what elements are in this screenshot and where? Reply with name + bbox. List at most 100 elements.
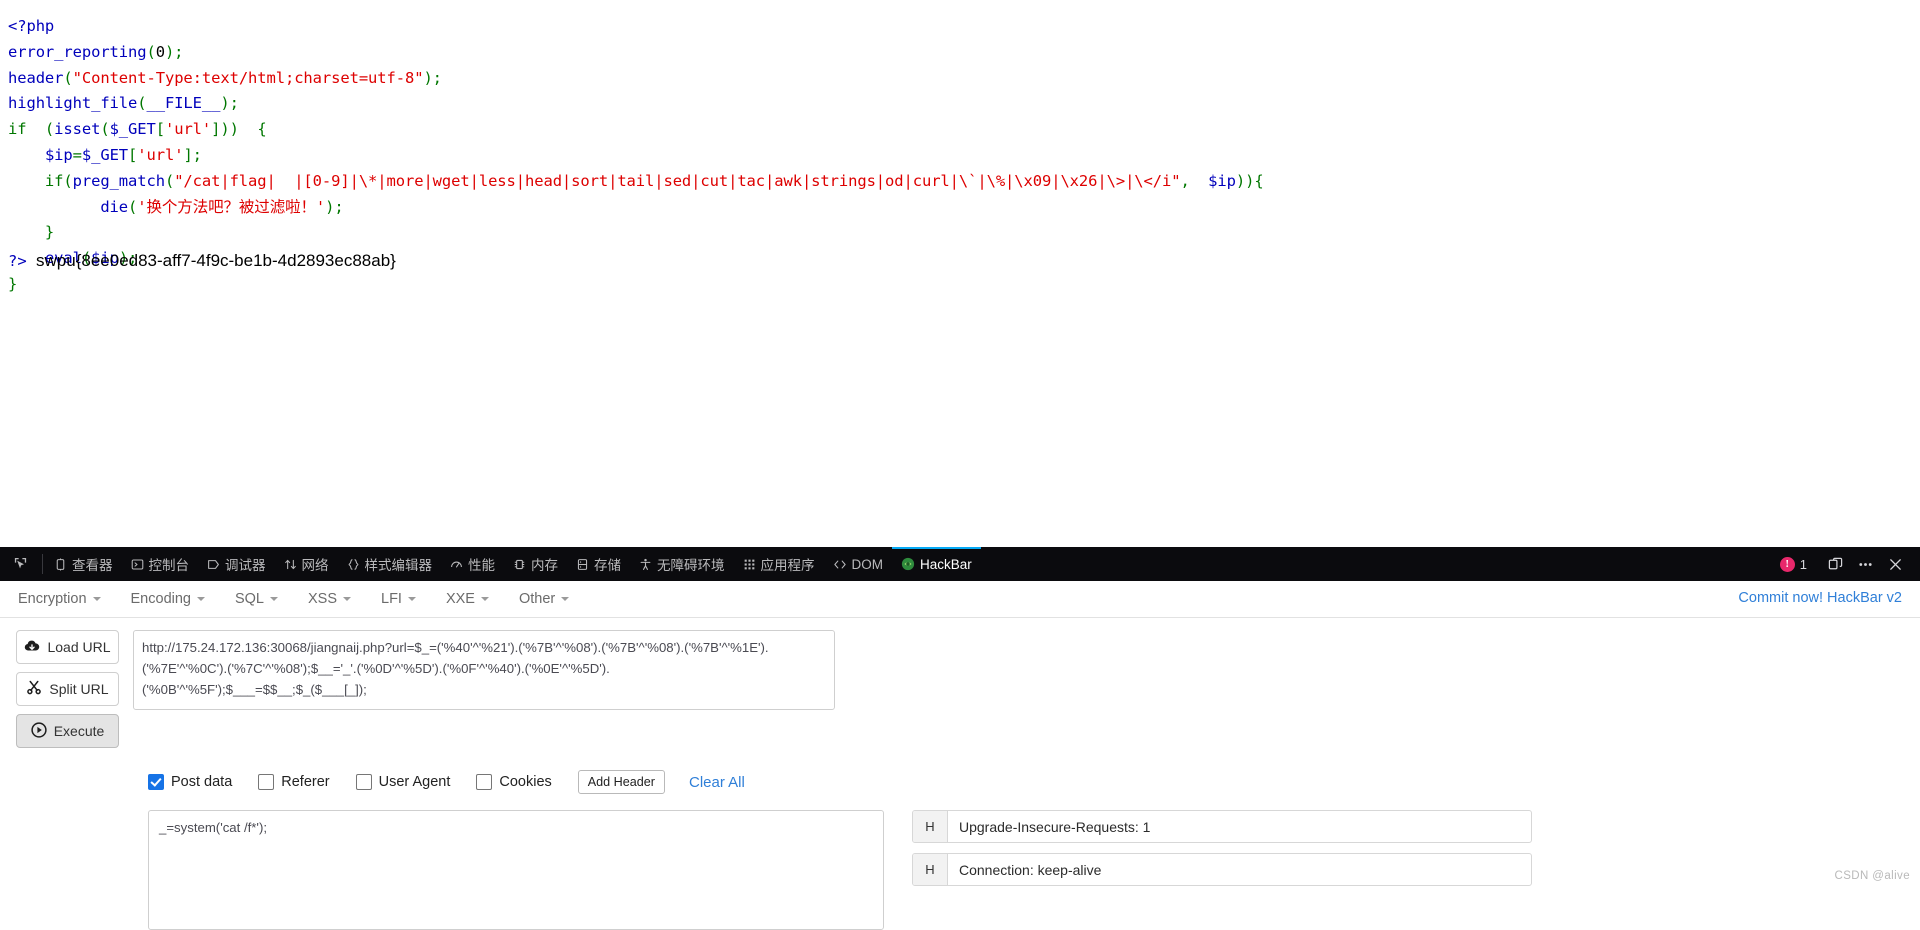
- post-data-checkbox[interactable]: [148, 774, 164, 790]
- menu-sql[interactable]: SQL: [231, 587, 292, 611]
- tab-network[interactable]: 网络: [275, 547, 338, 581]
- watermark: CSDN @alive: [1834, 870, 1910, 882]
- hackbar-brand-link[interactable]: Commit now! HackBar v2: [1738, 590, 1902, 606]
- tab-style-editor[interactable]: 样式编辑器: [338, 547, 442, 581]
- flag-line: ?> swpu{8ee0ed83-aff7-4f9c-be1b-4d2893ec…: [8, 248, 396, 275]
- tab-performance[interactable]: 性能: [441, 547, 504, 581]
- clear-all-link[interactable]: Clear All: [689, 774, 745, 791]
- menu-label: SQL: [234, 591, 264, 607]
- chevron-down-icon: [92, 597, 101, 601]
- chevron-down-icon: [270, 597, 278, 601]
- hackbar-menubar: Encryption Encoding SQL XSS LFI XXE Othe…: [0, 581, 1920, 618]
- add-header-button[interactable]: Add Header: [577, 770, 665, 794]
- referer-checkbox[interactable]: [258, 774, 275, 790]
- application-icon: [743, 558, 756, 571]
- split-pane-icon[interactable]: [1820, 547, 1850, 581]
- console-icon: [131, 558, 144, 571]
- devtools-toolbar: 查看器 控制台 调试器 网络 样式编辑器 性能 内存 存储 无障碍环境 应用程序: [0, 547, 1920, 582]
- code-line-error-reporting: error_reporting(0);: [8, 42, 184, 61]
- button-label: Split URL: [49, 681, 109, 697]
- code-line-header: header("Content-Type:text/html;charset=u…: [8, 68, 442, 87]
- error-count: 1: [1799, 556, 1807, 572]
- hackbar-bottom-row: H Upgrade-Insecure-Requests: 1 H Connect…: [0, 794, 1920, 930]
- menu-lfi[interactable]: LFI: [377, 587, 430, 611]
- devtools-toolbar-right: ! 1: [1772, 547, 1920, 581]
- menu-label: XSS: [308, 591, 338, 607]
- memory-icon: [513, 558, 526, 571]
- dom-icon: [833, 558, 847, 571]
- tab-accessibility[interactable]: 无障碍环境: [630, 547, 734, 581]
- button-label: Execute: [53, 723, 105, 739]
- tab-dom[interactable]: DOM: [824, 547, 893, 581]
- tab-label: 控制台: [148, 558, 190, 573]
- error-count-badge[interactable]: ! 1: [1772, 556, 1815, 572]
- option-referer[interactable]: Referer: [258, 774, 330, 790]
- tab-application[interactable]: 应用程序: [734, 547, 824, 581]
- option-label: Post data: [171, 774, 233, 790]
- load-url-button[interactable]: Load URL: [16, 630, 119, 664]
- element-picker-icon[interactable]: [0, 547, 40, 581]
- code-line-close-if-outer: }: [8, 274, 18, 293]
- code-line-die: die('换个方法吧？被过滤啦！');: [100, 197, 344, 216]
- user-agent-checkbox[interactable]: [355, 774, 372, 790]
- tab-debugger[interactable]: 调试器: [198, 547, 275, 581]
- tab-label: DOM: [851, 556, 884, 572]
- option-post-data[interactable]: Post data: [148, 774, 232, 790]
- header-row[interactable]: H Upgrade-Insecure-Requests: 1: [912, 810, 1532, 843]
- php-open-tag: <?php: [8, 17, 55, 35]
- header-value[interactable]: Upgrade-Insecure-Requests: 1: [948, 811, 1531, 842]
- chevron-down-icon: [196, 597, 205, 601]
- menu-label: Encryption: [18, 591, 87, 607]
- execute-button[interactable]: Execute: [16, 714, 119, 748]
- option-label: User Agent: [378, 774, 451, 790]
- chevron-down-icon: [407, 597, 416, 601]
- tab-console[interactable]: 控制台: [122, 547, 199, 581]
- chevron-down-icon: [480, 597, 489, 601]
- tab-label: 性能: [468, 558, 495, 573]
- network-icon: [284, 558, 297, 571]
- split-url-button[interactable]: Split URL: [16, 672, 119, 706]
- option-user-agent[interactable]: User Agent: [355, 774, 451, 790]
- hackbar-main-row: Load URL Split URL Execute: [0, 618, 1920, 748]
- menu-xxe[interactable]: XXE: [442, 587, 503, 611]
- debugger-icon: [207, 558, 220, 571]
- accessibility-icon: [639, 558, 652, 571]
- menu-xss[interactable]: XSS: [304, 587, 365, 611]
- menu-label: XXE: [445, 591, 475, 607]
- menu-encryption[interactable]: Encryption: [14, 587, 115, 611]
- toolbar-divider: [42, 554, 43, 574]
- tab-inspector[interactable]: 查看器: [45, 547, 122, 581]
- tab-label: 应用程序: [760, 558, 815, 573]
- hackbar-options-row: Post data Referer User Agent Cookies Add…: [148, 770, 1920, 794]
- tab-storage[interactable]: 存储: [567, 547, 630, 581]
- option-label: Cookies: [499, 774, 552, 790]
- close-icon[interactable]: [1880, 547, 1910, 581]
- cloud-download-icon: [24, 639, 40, 656]
- header-key: H: [913, 811, 948, 842]
- url-input[interactable]: [133, 630, 835, 710]
- tab-label: 样式编辑器: [364, 558, 433, 573]
- menu-other[interactable]: Other: [515, 587, 583, 611]
- inspector-icon: [54, 557, 67, 571]
- header-key: H: [913, 854, 948, 885]
- menu-encoding[interactable]: Encoding: [127, 587, 219, 611]
- header-value[interactable]: Connection: keep-alive: [948, 854, 1531, 885]
- code-line-if-isset: if (isset($_GET['url'])) {: [8, 120, 267, 139]
- tab-label: 存储: [594, 558, 621, 573]
- menu-label: Encoding: [130, 591, 191, 607]
- tab-label: 网络: [301, 558, 329, 573]
- php-source-view: <?php error_reporting(0); header("Conten…: [0, 0, 1920, 547]
- code-line-highlight-file: highlight_file(__FILE__);: [8, 94, 239, 113]
- tab-memory[interactable]: 内存: [504, 547, 567, 581]
- tab-label: 调试器: [225, 558, 266, 573]
- option-cookies[interactable]: Cookies: [476, 774, 552, 790]
- menu-label: Other: [518, 591, 556, 607]
- more-options-icon[interactable]: [1850, 547, 1880, 581]
- header-row[interactable]: H Connection: keep-alive: [912, 853, 1532, 886]
- php-close-tag: ?>: [8, 252, 27, 270]
- hackbar-action-buttons: Load URL Split URL Execute: [16, 630, 119, 748]
- post-data-input[interactable]: [148, 810, 884, 930]
- cookies-checkbox[interactable]: [476, 774, 493, 790]
- tab-hackbar[interactable]: HackBar: [892, 547, 981, 581]
